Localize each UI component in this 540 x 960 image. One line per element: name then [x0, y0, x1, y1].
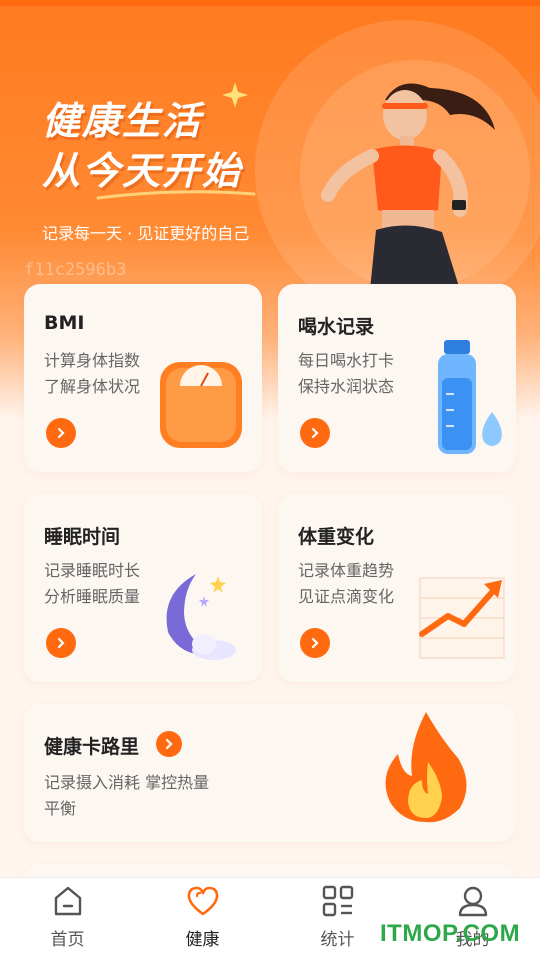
card-desc-line: 记录摄入消耗 掌控热量: [44, 773, 210, 792]
hero-top-strip: [0, 0, 540, 6]
card-description: 记录体重趋势 见证点滴变化: [298, 558, 394, 610]
tab-label: 首页: [50, 930, 85, 950]
card-description: 计算身体指数 了解身体状况: [44, 348, 140, 400]
card-title: 体重变化: [298, 526, 375, 548]
hero-subtitle: 记录每一天 · 见证更好的自己: [42, 224, 250, 243]
go-arrow-button[interactable]: [300, 418, 330, 448]
water-bottle-icon: [438, 340, 502, 454]
hero-title-line1: 健康生活: [42, 99, 203, 143]
calorie-card[interactable]: 健康卡路里 记录摄入消耗 掌控热量 平衡: [24, 704, 516, 842]
weight-card[interactable]: 体重变化 记录体重趋势 见证点滴变化: [278, 494, 516, 682]
sparkle-icon: [222, 82, 248, 108]
card-description: 记录摄入消耗 掌控热量 平衡: [44, 770, 209, 822]
card-desc-line: 保持水润状态: [298, 377, 395, 396]
tab-home[interactable]: 首页: [0, 878, 135, 960]
chevron-right-icon: [57, 637, 65, 649]
card-desc-line: 每日喝水打卡: [298, 351, 395, 370]
tab-health[interactable]: 健康: [135, 878, 270, 960]
card-description: 每日喝水打卡 保持水润状态: [298, 348, 394, 400]
go-arrow-button[interactable]: [46, 628, 76, 658]
sleep-card[interactable]: 睡眠时间 记录睡眠时长 分析睡眠质量: [24, 494, 262, 682]
trend-chart-icon: [419, 577, 505, 659]
hero-title: 健康生活 从今天开始: [42, 96, 242, 196]
user-icon: [458, 886, 487, 917]
card-desc-line: 记录睡眠时长: [44, 561, 141, 580]
flame-icon: [385, 712, 467, 823]
card-title: 喝水记录: [298, 316, 375, 338]
go-arrow-button[interactable]: [156, 731, 182, 757]
bmi-card[interactable]: BMI 计算身体指数 了解身体状况: [24, 284, 262, 472]
card-desc-line: 平衡: [44, 799, 77, 818]
card-title: BMI: [44, 312, 85, 334]
chevron-right-icon: [311, 427, 319, 439]
card-desc-line: 见证点滴变化: [298, 587, 395, 606]
site-watermark: ITMOP.COM: [380, 920, 521, 947]
go-arrow-button[interactable]: [46, 418, 76, 448]
home-icon: [54, 886, 81, 916]
chevron-right-icon: [311, 637, 319, 649]
hero-code: f11c2596b3: [24, 260, 127, 280]
chevron-right-icon: [165, 738, 173, 750]
moon-icon: [166, 574, 236, 660]
card-title: 健康卡路里: [44, 736, 140, 758]
heart-icon: [187, 886, 218, 916]
card-description: 记录睡眠时长 分析睡眠质量: [44, 558, 140, 610]
go-arrow-button[interactable]: [300, 628, 330, 658]
card-desc-line: 计算身体指数: [44, 351, 141, 370]
tab-label: 健康: [185, 930, 220, 950]
card-title: 睡眠时间: [44, 526, 121, 548]
card-desc-line: 记录体重趋势: [298, 561, 395, 580]
grid-icon: [322, 885, 353, 917]
card-desc-line: 了解身体状况: [44, 377, 141, 396]
chevron-right-icon: [57, 427, 65, 439]
scale-icon: [160, 362, 242, 448]
runner-illustration: [321, 83, 495, 290]
water-card[interactable]: 喝水记录 每日喝水打卡 保持水润状态: [278, 284, 516, 472]
swoosh-decoration: [96, 190, 256, 200]
card-desc-line: 分析睡眠质量: [44, 587, 141, 606]
